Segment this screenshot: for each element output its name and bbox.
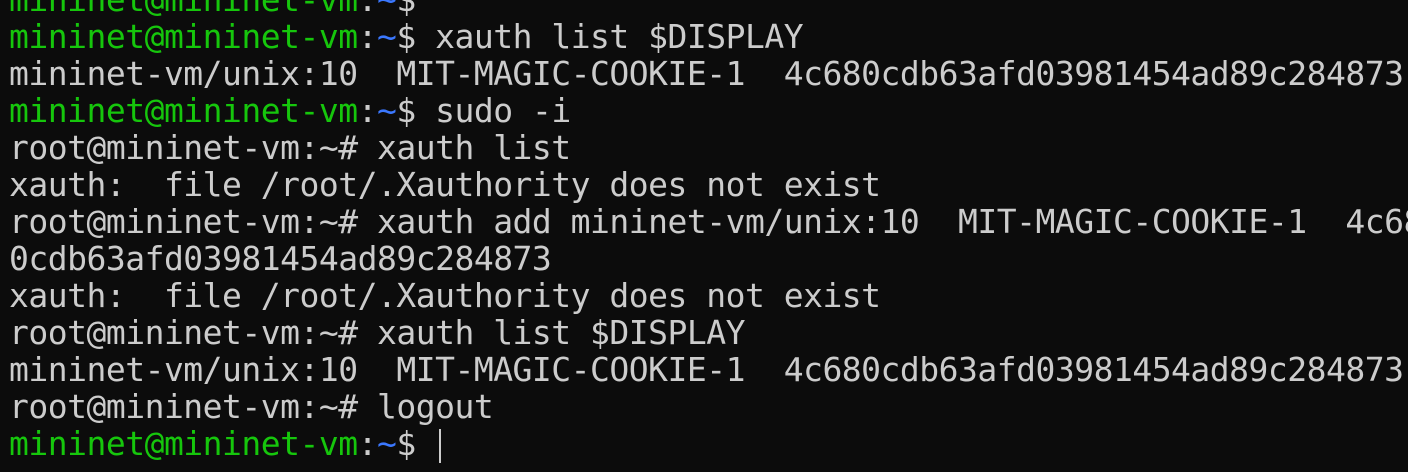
text-cursor (439, 429, 442, 463)
terminal-window[interactable]: mininet@mininet-vm:~$ mininet@mininet-vm… (0, 0, 1408, 472)
prompt-path: ~ (377, 17, 397, 56)
prompt-user-host: mininet@mininet-vm (9, 424, 358, 463)
prompt-colon: : (357, 17, 378, 56)
terminal-line-wrapped: 0cdb63afd03981454ad89c284873 (9, 239, 552, 278)
prompt-user-host: mininet@mininet-vm (9, 91, 358, 130)
terminal-line-prompt: mininet@mininet-vm:~$ (9, 0, 1408, 18)
prompt-path: ~ (377, 91, 397, 130)
terminal-line-output: xauth: file /root/.Xauthority does not e… (9, 165, 881, 204)
terminal-line-root-command: root@mininet-vm:~# xauth list $DISPLAY (9, 313, 745, 352)
prompt-symbol: $ (396, 424, 416, 463)
terminal-line-prompt: mininet@mininet-vm:~$ sudo -i (9, 92, 1408, 129)
prompt-colon: : (357, 424, 378, 463)
terminal-line-output: mininet-vm/unix:10 MIT-MAGIC-COOKIE-1 4c… (9, 350, 1404, 389)
command-input[interactable] (416, 424, 435, 463)
terminal-line-prompt: mininet@mininet-vm:~$ xauth list $DISPLA… (9, 18, 1408, 55)
prompt-path: ~ (377, 424, 397, 463)
command-text: sudo -i (415, 91, 571, 130)
terminal-output: mininet@mininet-vm:~$ mininet@mininet-vm… (9, 0, 1408, 463)
terminal-line-active-prompt[interactable]: mininet@mininet-vm:~$ (9, 424, 1408, 463)
command-text: xauth list $DISPLAY (415, 17, 804, 56)
prompt-symbol: $ (396, 17, 416, 56)
prompt-user-host: mininet@mininet-vm (9, 17, 358, 56)
terminal-line-root-command: root@mininet-vm:~# logout (9, 387, 494, 426)
prompt-symbol: $ (396, 91, 416, 130)
terminal-line-output: xauth: file /root/.Xauthority does not e… (9, 276, 881, 315)
terminal-line-root-command: root@mininet-vm:~# xauth list (9, 128, 571, 167)
terminal-line-output: mininet-vm/unix:10 MIT-MAGIC-COOKIE-1 4c… (9, 54, 1404, 93)
prompt-colon: : (357, 91, 378, 130)
terminal-line-root-command: root@mininet-vm:~# xauth add mininet-vm/… (9, 202, 1408, 241)
